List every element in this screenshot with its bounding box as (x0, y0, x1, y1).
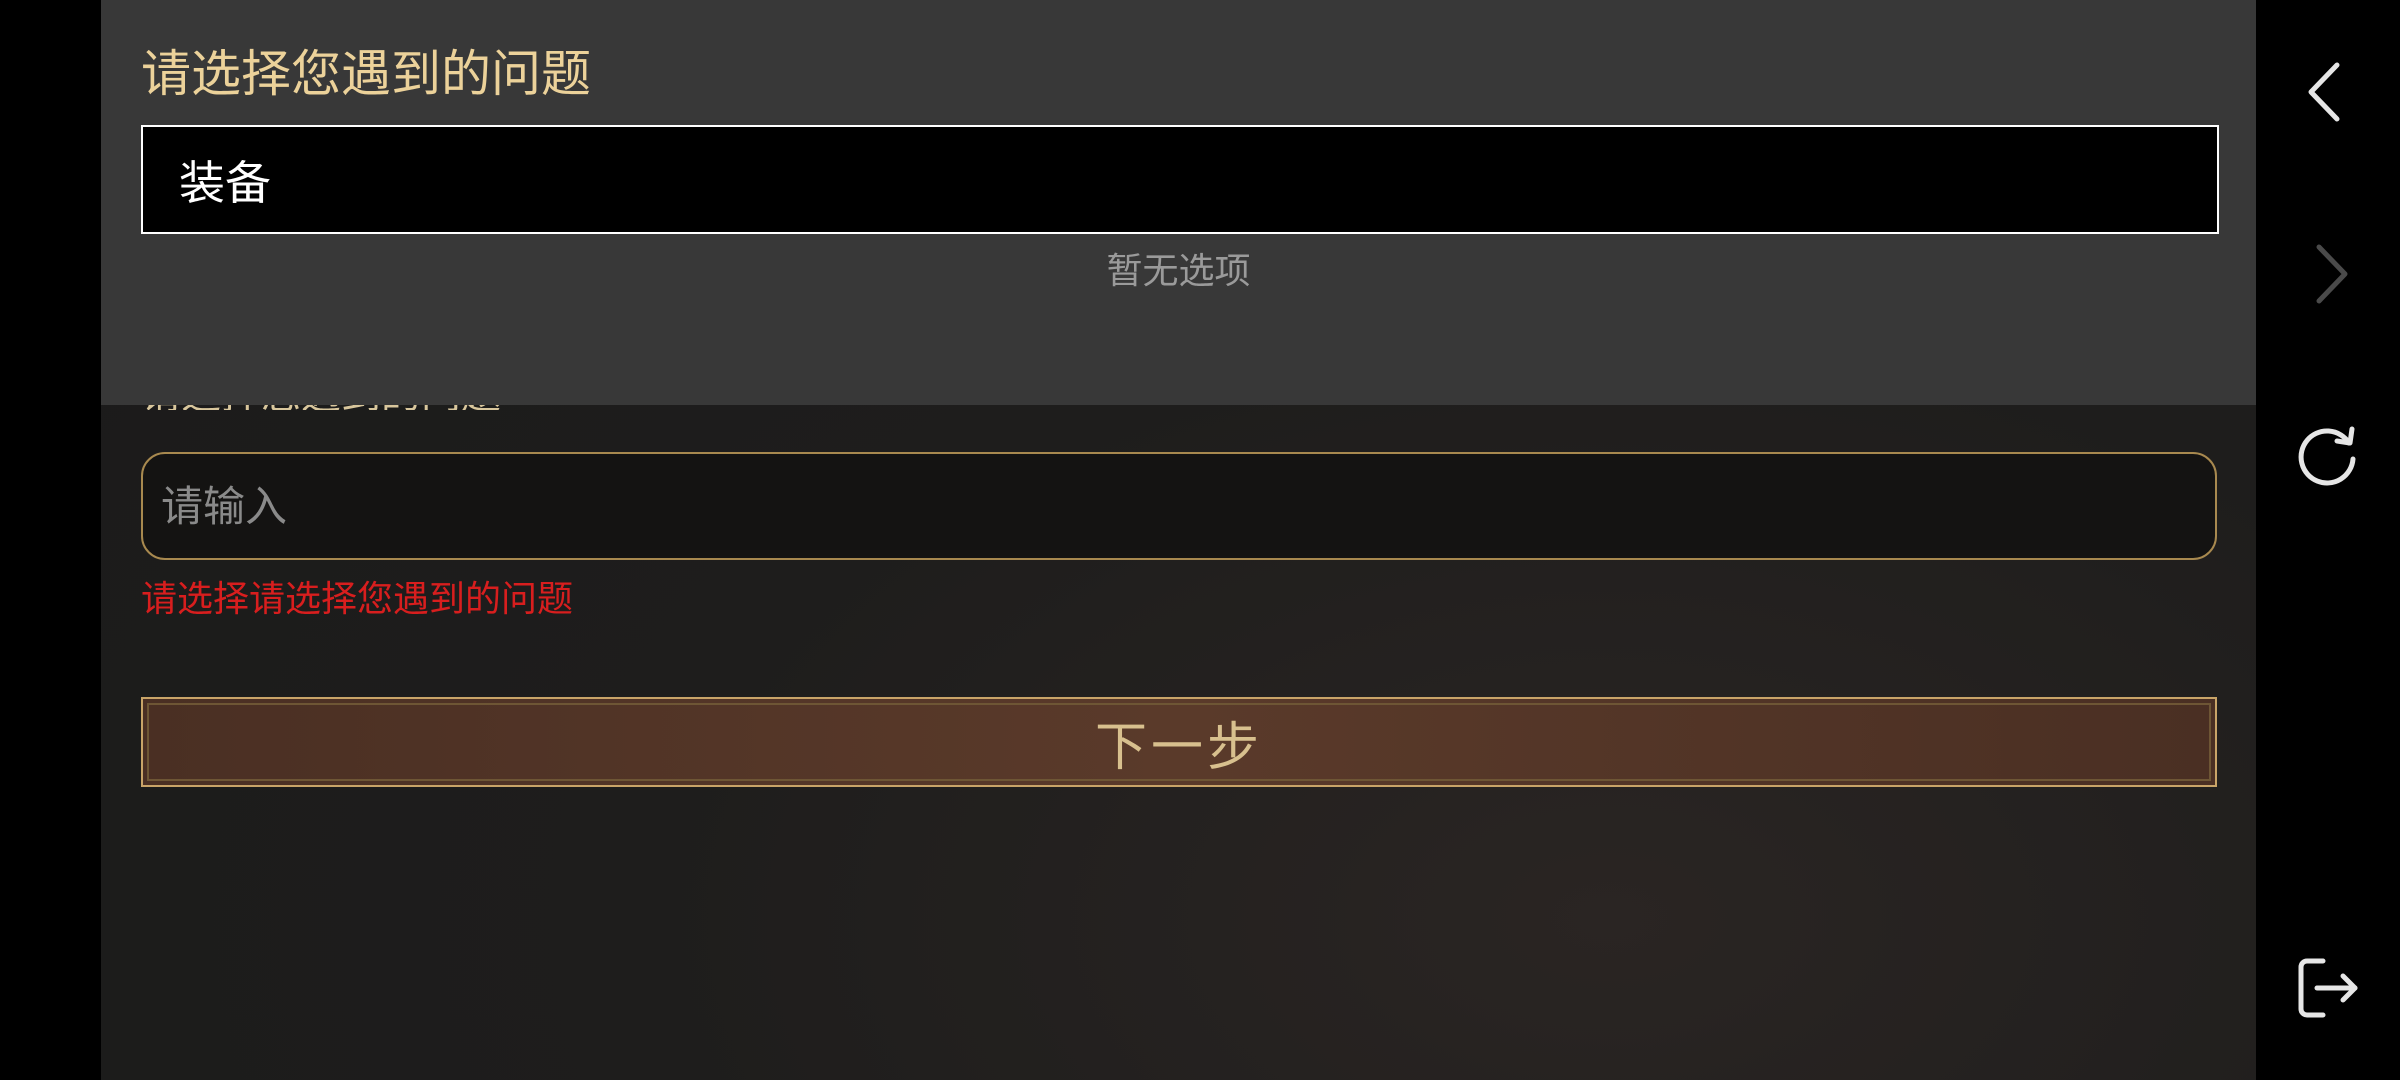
back-button[interactable] (2280, 44, 2376, 140)
chevron-right-icon (2316, 244, 2348, 304)
dropdown-title: 请选择您遇到的问题 (141, 45, 591, 103)
exit-icon (2298, 958, 2358, 1018)
app-screen: 请选择您遇到的问题 请选择请选择您遇到的问题 下一步 请选择您遇到的问题 装备 … (0, 0, 2400, 1080)
exit-button[interactable] (2280, 940, 2376, 1036)
chevron-left-icon (2308, 62, 2340, 122)
side-navigation (2256, 0, 2400, 1080)
problem-select[interactable]: 装备 (141, 125, 2219, 234)
validation-error: 请选择请选择您遇到的问题 (141, 579, 574, 620)
selected-option: 装备 (179, 155, 271, 210)
empty-options-text: 暂无选项 (1106, 251, 1251, 292)
refresh-icon (2298, 426, 2356, 486)
description-input[interactable] (141, 452, 2217, 560)
main-content: 请选择您遇到的问题 请选择请选择您遇到的问题 下一步 请选择您遇到的问题 装备 … (101, 0, 2256, 1080)
next-step-button[interactable]: 下一步 (141, 697, 2217, 787)
refresh-button[interactable] (2280, 408, 2376, 504)
problem-dropdown-panel: 请选择您遇到的问题 装备 暂无选项 (101, 0, 2256, 405)
forward-button[interactable] (2280, 226, 2376, 322)
next-step-label: 下一步 (1094, 717, 1263, 778)
